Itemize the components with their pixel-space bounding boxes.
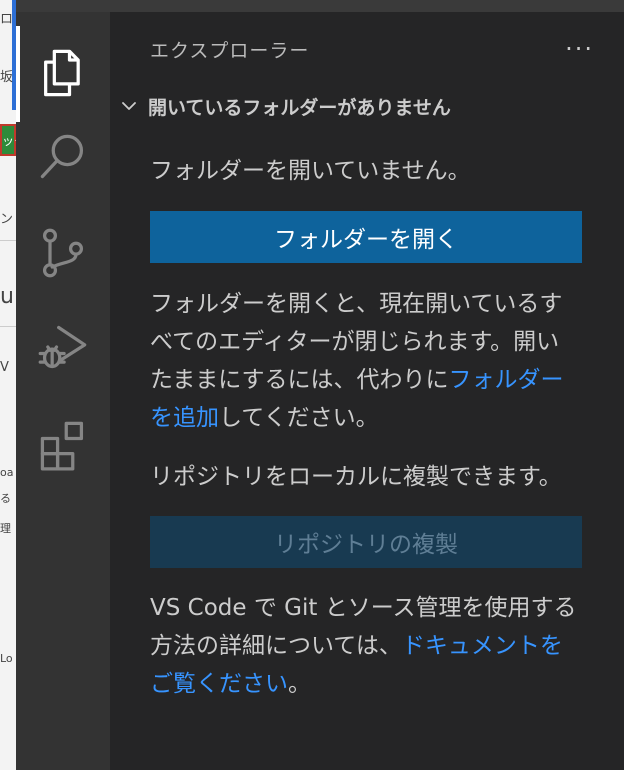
git-info-text-end: 。	[288, 671, 311, 697]
section-title: 開いているフォルダーがありません	[148, 96, 451, 119]
chevron-down-icon	[118, 95, 140, 117]
search-icon	[40, 134, 84, 179]
files-icon	[44, 49, 80, 97]
welcome-content: フォルダーを開いていません。 フォルダーを開く フォルダーを開くと、現在開いてい…	[150, 152, 582, 703]
activity-search[interactable]	[16, 112, 110, 202]
background-badge: ック	[0, 124, 16, 156]
git-info: VS Code で Git とソース管理を使用する方法の詳細については、ドキュメ…	[150, 589, 582, 703]
open-folder-button[interactable]: フォルダーを開く	[150, 211, 582, 263]
activity-explorer[interactable]	[16, 28, 110, 118]
clone-text: リポジトリをローカルに複製できます。	[150, 464, 562, 490]
background-fragment: u	[0, 284, 14, 309]
background-fragment: oa	[0, 466, 14, 479]
clone-repository-button[interactable]: リポジトリの複製	[150, 516, 582, 568]
open-folder-info-text-end: してください。	[219, 405, 379, 431]
background-divider	[0, 326, 16, 327]
vscode-window: ロ 坂 ック ン u V oa る 理 Lo	[0, 0, 624, 770]
activity-bar	[16, 12, 110, 770]
background-fragment: V	[0, 360, 9, 375]
activity-extensions[interactable]	[16, 400, 110, 490]
background-fragment: ン	[0, 212, 14, 227]
section-header-no-folder[interactable]: 開いているフォルダーがありません	[118, 90, 624, 122]
extensions-icon	[40, 421, 84, 471]
activity-source-control[interactable]	[16, 208, 110, 298]
background-fragment: ック	[2, 134, 16, 148]
background-divider	[0, 240, 16, 241]
background-fragment: 理	[0, 522, 11, 535]
open-folder-info: フォルダーを開くと、現在開いているすべてのエディターが閉じられます。開いたままに…	[150, 285, 582, 437]
more-actions-icon[interactable]: ···	[565, 37, 594, 61]
source-control-icon	[42, 228, 84, 278]
background-fragment: 坂	[0, 70, 14, 85]
run-debug-icon	[38, 325, 87, 369]
sidebar-header: エクスプローラー ···	[150, 34, 594, 64]
sidebar-title: エクスプローラー	[150, 39, 310, 62]
background-fragment: る	[0, 492, 11, 505]
title-strip	[16, 0, 624, 12]
background-fragment: ロ	[0, 12, 14, 27]
activity-run-debug[interactable]	[16, 302, 110, 392]
no-folder-text: フォルダーを開いていません。	[150, 158, 471, 184]
background-fragment: Lo	[0, 652, 13, 665]
background-window: ロ 坂 ック ン u V oa る 理 Lo	[0, 0, 16, 770]
explorer-sidebar: エクスプローラー ··· 開いているフォルダーがありません フォルダーを開いてい…	[110, 12, 624, 770]
